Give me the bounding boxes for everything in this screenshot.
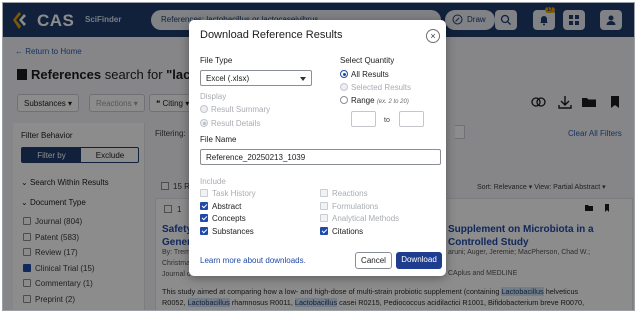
include-label: Substances [212,226,254,236]
include-checkbox[interactable] [320,226,328,235]
include-option[interactable]: Concepts [200,214,246,223]
file-name-label: File Name [200,135,237,144]
include-checkbox[interactable] [200,226,208,235]
include-checkbox[interactable] [320,214,328,222]
include-option[interactable]: Abstract [200,201,242,211]
range-start-input[interactable] [351,111,376,127]
radio-label: Range [351,96,375,105]
result-details-radio[interactable]: Result Details [200,119,260,128]
chevron-down-icon [300,77,306,81]
radio-button [340,83,348,91]
selected-results-radio[interactable]: Selected Results [340,83,411,92]
include-option[interactable]: Formulations [320,201,379,211]
include-option[interactable]: Task History [200,189,256,198]
include-checkbox[interactable] [200,201,208,210]
file-type-value: Excel (.xlsx) [206,74,250,83]
include-label: Reactions [332,189,368,198]
app-window: CAS SciFinder References: lactobacillus … [2,2,635,311]
radio-label: Result Details [211,119,261,128]
include-checkbox[interactable] [200,189,208,197]
range-end-input[interactable] [399,111,424,127]
file-name-input[interactable]: Reference_20250213_1039 [200,149,441,165]
dialog-title: Download Reference Results [200,29,343,41]
cancel-button[interactable]: Cancel [355,252,392,269]
include-option[interactable]: Reactions [320,189,368,198]
include-label: Formulations [332,201,379,211]
include-label: Citations [332,226,364,236]
file-type-label: File Type [200,56,233,65]
radio-button [200,105,208,113]
include-label: Abstract [212,201,242,211]
range-to-label: to [384,117,390,124]
display-label: Display [200,92,227,101]
learn-more-link[interactable]: Learn more about downloads. [200,256,306,265]
include-option[interactable]: Citations [320,226,364,236]
include-label: Include [200,177,226,186]
result-summary-radio[interactable]: Result Summary [200,105,270,114]
select-quantity-label: Select Quantity [340,56,395,65]
close-icon[interactable]: × [426,29,440,43]
radio-label: All Results [351,70,389,79]
include-option[interactable]: Substances [200,226,254,236]
radio-button [340,96,348,104]
include-checkbox[interactable] [320,201,328,210]
include-checkbox[interactable] [320,189,328,197]
include-label: Concepts [212,214,246,223]
include-option[interactable]: Analytical Methods [320,214,399,223]
radio-label: Selected Results [351,83,412,92]
radio-button [200,119,208,127]
file-type-select[interactable]: Excel (.xlsx) [200,70,312,86]
include-checkbox[interactable] [200,214,208,222]
range-example: (ex. 2 to 20) [376,99,409,105]
include-label: Task History [212,189,256,198]
include-label: Analytical Methods [332,214,400,223]
download-dialog: Download Reference Results × File Type E… [189,20,446,276]
range-radio[interactable]: Range (ex. 2 to 20) [340,96,409,105]
download-button[interactable]: Download [396,252,442,269]
radio-button [340,70,348,78]
radio-label: Result Summary [211,105,271,114]
all-results-radio[interactable]: All Results [340,70,389,79]
